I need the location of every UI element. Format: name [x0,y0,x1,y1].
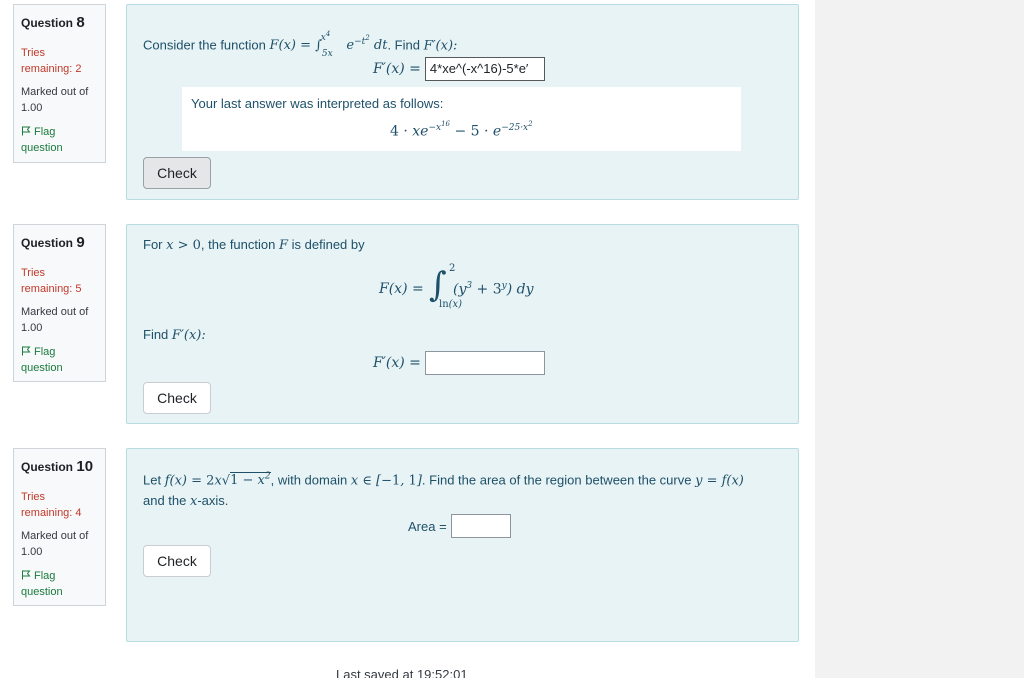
question-9-info: Question 9 Tries remaining: 5 Marked out… [13,224,106,382]
question-10-number: Question 10 [21,458,94,475]
flag-icon [22,346,31,356]
question-8-function: F(x) = ∫5xx4 e−t2 dt [269,30,388,59]
question-9-answer-row: F′(x) = [373,351,545,375]
question-8-info: Question 8 Tries remaining: 2 Marked out… [13,4,106,163]
question-8-marked: Marked out of 1.00 [21,86,89,114]
question-9-flag-link[interactable]: Flag question [21,344,99,376]
question-9-check-button[interactable]: Check [143,382,211,414]
flag-icon [22,126,31,136]
question-10-marked: Marked out of 1.00 [21,530,89,558]
question-8-flag-link[interactable]: Flag question [21,124,99,156]
question-9-prompt: For x > 0, the function F is defined by [143,237,365,253]
question-8-number: Question 8 [21,14,85,31]
question-9-answer-label: F′(x) = [373,355,421,371]
question-8-answer-input[interactable]: 4*xe^(-x^16)-5*e′ [424,57,545,81]
question-8-check-button[interactable]: Check [143,157,211,189]
question-10-answer-input[interactable] [450,514,511,538]
question-9-number: Question 9 [21,234,85,251]
question-10-tries: Tries remaining: 4 [21,491,82,519]
question-10-flag-link[interactable]: Flag question [21,568,99,600]
question-9-marked: Marked out of 1.00 [21,306,89,334]
question-8-content: Consider the function F(x) = ∫5xx4 e−t2 … [126,4,799,200]
question-10-prompt: Let f(x) = 2x√1 − x2, with domain x ∈ [−… [143,472,744,510]
right-drawer-area [815,0,1024,678]
question-9-find: Find F′(x): [143,327,206,343]
question-10-answer-row: Area = [408,514,511,538]
question-8-interpreted-answer: 4 · xe−x16 − 5 · e−25·x2 [390,120,533,140]
flag-icon [22,570,31,580]
question-8-answer-label: F′(x) = [373,61,421,77]
question-10-info: Question 10 Tries remaining: 4 Marked ou… [13,448,106,606]
question-8-feedback: Your last answer was interpreted as foll… [182,87,741,151]
question-8-answer-row: F′(x) = 4*xe^(-x^16)-5*e′ [373,57,545,81]
question-8-prompt: Consider the function F(x) = ∫5xx4 e−t2 … [143,30,458,59]
question-9-content: For x > 0, the function F is defined by … [126,224,799,424]
question-10-check-button[interactable]: Check [143,545,211,577]
question-10-answer-label: Area = [408,518,447,534]
last-saved-status: Last saved at 19:52:01 [336,667,468,678]
question-10-content: Let f(x) = 2x√1 − x2, with domain x ∈ [−… [126,448,799,642]
question-8-tries: Tries remaining: 2 [21,47,82,75]
question-9-tries: Tries remaining: 5 [21,267,82,295]
question-9-answer-input[interactable] [424,351,545,375]
question-8-feedback-title: Your last answer was interpreted as foll… [191,96,444,111]
